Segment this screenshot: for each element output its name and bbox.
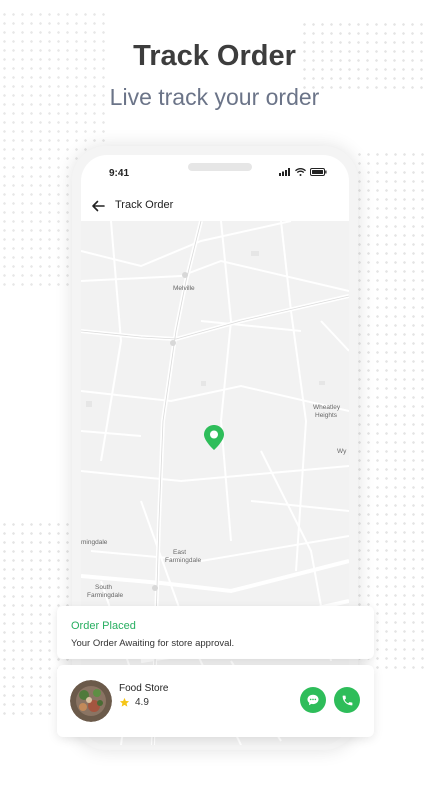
order-status-card: Order Placed Your Order Awaiting for sto… [57, 606, 374, 659]
chat-icon [307, 694, 319, 706]
map-label-melville: Melville [173, 285, 195, 292]
map-label-south-farmingdale: Farmingdale [87, 592, 124, 599]
map-label-south: South [95, 584, 112, 591]
promo-headline: Track Order [133, 40, 296, 72]
store-rating: 4.9 [119, 697, 149, 708]
order-status-title: Order Placed [71, 620, 136, 632]
map-label-wy: Wy [337, 448, 347, 455]
map-label-wheatley: Wheatley [313, 404, 341, 411]
map-label-heights: Heights [315, 412, 338, 419]
store-avatar [70, 680, 112, 722]
battery-icon [310, 168, 327, 176]
app-bar: Track Order [81, 191, 349, 221]
app-bar-title: Track Order [115, 199, 174, 211]
store-card: Food Store 4.9 [57, 665, 374, 737]
map-label-mingdale: mingdale [81, 539, 108, 546]
back-arrow-icon[interactable] [89, 197, 107, 215]
order-status-description: Your Order Awaiting for store approval. [71, 638, 235, 649]
status-time: 9:41 [109, 168, 130, 179]
status-icons [279, 168, 327, 176]
phone-notch [188, 163, 252, 171]
star-icon [119, 697, 130, 707]
promo-subline: Live track your order [109, 84, 320, 110]
map-label-east: East [173, 549, 186, 556]
signal-icon [279, 168, 290, 176]
map-label-east-farmingdale: Farmingdale [165, 557, 202, 564]
store-rating-value: 4.9 [135, 697, 149, 708]
dot-pattern-right [355, 150, 429, 670]
wifi-icon [295, 168, 306, 176]
call-button[interactable] [334, 687, 360, 713]
phone-icon [342, 695, 352, 705]
store-name: Food Store [119, 683, 169, 694]
chat-button[interactable] [300, 687, 326, 713]
